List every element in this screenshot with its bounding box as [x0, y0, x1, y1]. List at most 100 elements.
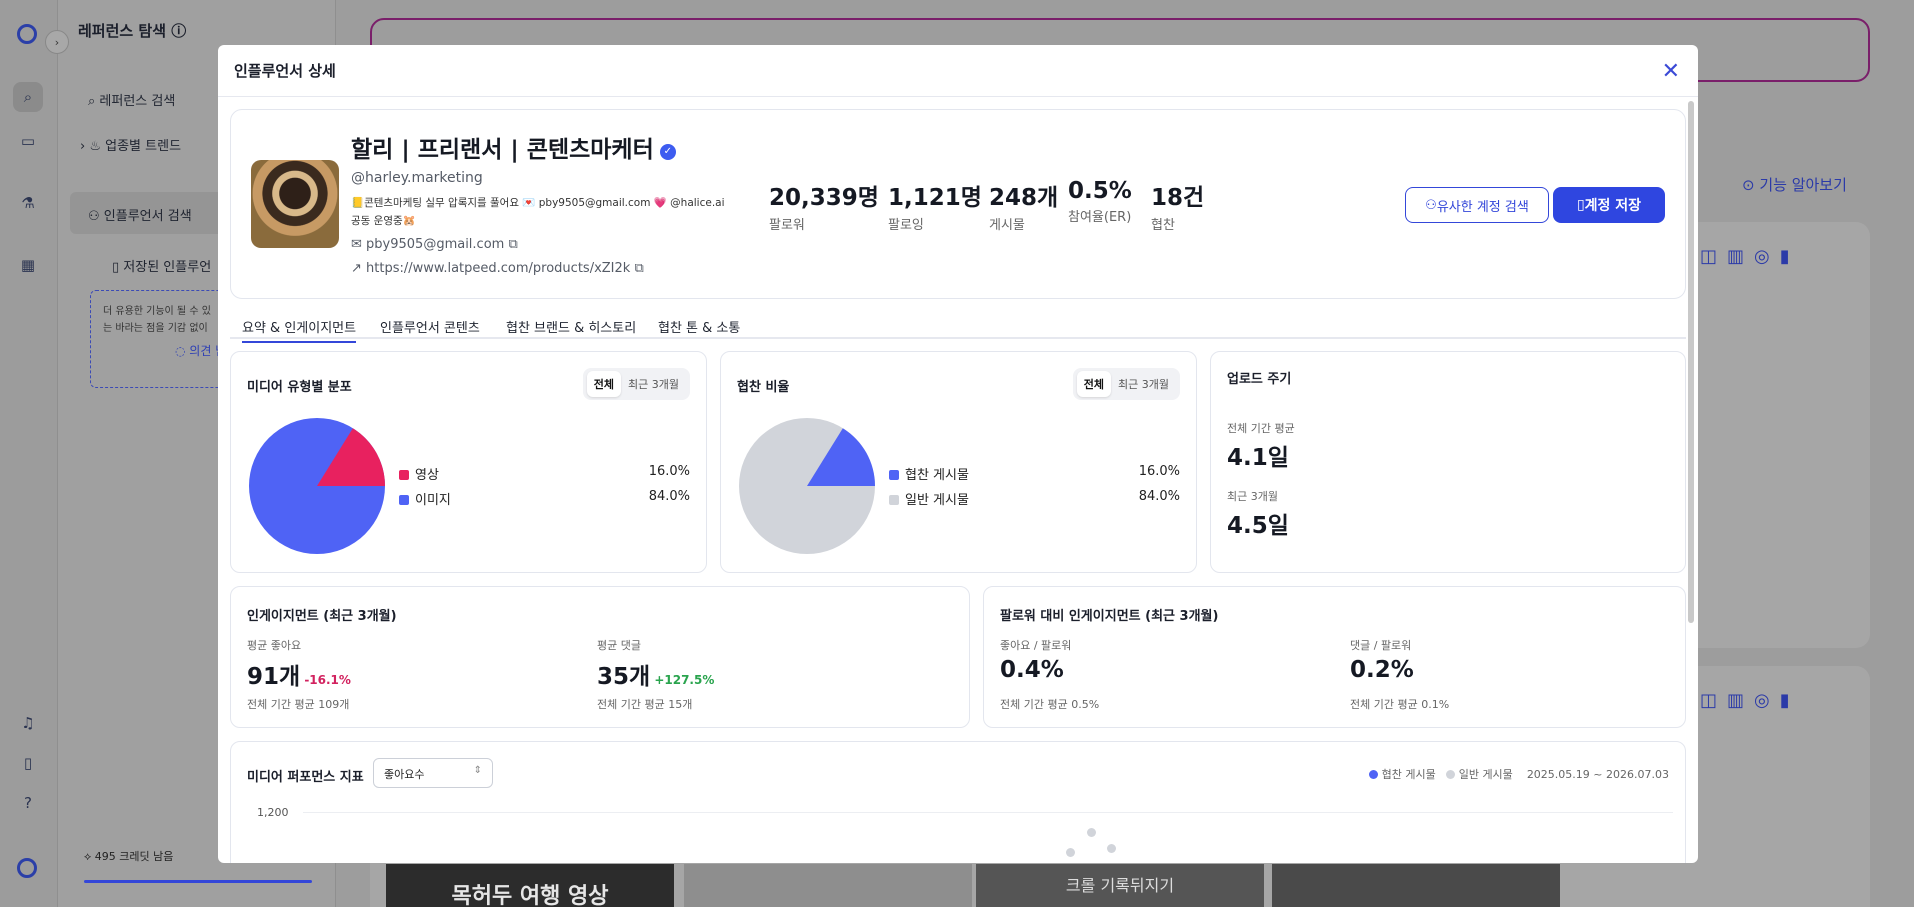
mail-icon: ✉: [351, 237, 367, 252]
legend-video-value: 16.0%: [648, 464, 690, 479]
comments-per-follower-label: 댓글 / 팔로워: [1350, 639, 1412, 652]
likes-per-follower-note: 전체 기간 평균 0.5%: [1000, 698, 1100, 711]
tab-content[interactable]: 인플루언서 콘텐츠: [380, 317, 480, 336]
data-point[interactable]: [1066, 848, 1075, 857]
avatar: [251, 160, 339, 248]
stat-posts: 248개 게시물: [989, 185, 1059, 233]
modal-title: 인플루언서 상세: [234, 62, 336, 80]
profile-name: 할리 | 프리랜서 | 콘텐츠마케터 ✓: [351, 130, 676, 164]
follower-engagement-title: 팔로워 대비 인게이지먼트 (최근 3개월): [1000, 609, 1219, 624]
legend-image-value: 84.0%: [648, 489, 690, 504]
background-thumbnail-2[interactable]: [684, 864, 972, 907]
avg-comments-label: 평균 댓글: [597, 639, 641, 652]
copy-icon[interactable]: ⧉: [508, 237, 517, 252]
copy-icon[interactable]: ⧉: [634, 261, 643, 276]
comments-per-follower-value: 0.2%: [1350, 657, 1414, 683]
users-icon: ⚇: [1425, 197, 1437, 213]
similar-accounts-button[interactable]: ⚇ 유사한 계정 검색: [1405, 187, 1549, 223]
period-all-button[interactable]: 전체: [1076, 371, 1112, 397]
data-point[interactable]: [1107, 844, 1116, 853]
sponsor-ratio-title: 협찬 비율: [737, 380, 790, 395]
follower-engagement-card: 팔로워 대비 인게이지먼트 (최근 3개월) 좋아요 / 팔로워 0.4% 전체…: [983, 586, 1686, 728]
detail-tabs: 요약 & 인게이지먼트 인플루언서 콘텐츠 협찬 브랜드 & 히스토리 협찬 톤…: [230, 313, 1686, 343]
media-performance-card: 미디어 퍼포먼스 지표 좋아요수 ⇕ 협찬 게시물 일반 게시물 2025.05.…: [230, 741, 1686, 863]
sponsor-pie-chart: [739, 418, 875, 554]
flame-icon: ♨: [89, 139, 106, 154]
legend-sponsored: 협찬 게시물: [889, 464, 969, 483]
data-point[interactable]: [1087, 828, 1096, 837]
upload-recent-value: 4.5일: [1227, 513, 1289, 539]
media-pie-chart: [249, 418, 385, 554]
sidebar-item-saved[interactable]: ▯ 저장된 인플루언: [112, 256, 211, 275]
profile-url-link[interactable]: https://www.latpeed.com/products/xZI2k: [366, 261, 630, 276]
flask-icon[interactable]: ⚗: [13, 188, 43, 218]
close-icon[interactable]: ✕: [1662, 59, 1680, 84]
sidebar-item-reference-search[interactable]: ⌕ 레퍼런스 검색: [88, 90, 175, 109]
metric-select[interactable]: 좋아요수 ⇕: [373, 758, 493, 788]
upload-all-value: 4.1일: [1227, 445, 1289, 471]
engagement-title: 인게이지먼트 (최근 3개월): [247, 609, 397, 624]
upload-recent-label: 최근 3개월: [1227, 490, 1278, 503]
background-thumbnail-3[interactable]: 크롤 기록뒤지기: [976, 864, 1264, 907]
chevron-updown-icon: ⇕: [473, 765, 482, 776]
sponsor-ratio-card: 협찬 비율 전체 최근 3개월 협찬 게시물 16.0% 일반 게시물 84.0%: [720, 351, 1197, 573]
gridline: [303, 812, 1673, 813]
comments-per-follower-note: 전체 기간 평균 0.1%: [1350, 698, 1450, 711]
stat-followers: 20,339명 팔로워: [769, 185, 879, 233]
profile-url: ↗ https://www.latpeed.com/products/xZI2k…: [351, 261, 644, 276]
likes-change: -16.1%: [304, 673, 351, 687]
book-icon[interactable]: ▯: [13, 748, 43, 778]
sponsor-period-toggle: 전체 최근 3개월: [1072, 368, 1180, 400]
bio-line-2: 공동 운영중🐹: [351, 215, 416, 227]
normal-dot-icon: [1446, 770, 1456, 779]
media-period-toggle: 전체 최근 3개월: [582, 368, 690, 400]
sidebar-toggle-button[interactable]: ›: [45, 30, 69, 54]
background-card-icons-2[interactable]: ◫▥◎▮: [1700, 690, 1860, 722]
tab-summary[interactable]: 요약 & 인게이지먼트: [242, 317, 357, 343]
monitor-icon[interactable]: ▭: [13, 126, 43, 156]
sidebar-item-industry-trend[interactable]: › ♨ 업종별 트렌드: [80, 135, 181, 154]
avg-comments: 35개 +127.5%: [597, 664, 715, 690]
background-thumbnail-1[interactable]: 목허두 여행 영상: [386, 864, 674, 907]
stat-engagement-rate: 0.5% 참여율(ER): [1068, 178, 1132, 225]
y-axis-tick: 1,200: [257, 806, 289, 819]
sidebar-item-influencer-search[interactable]: ⚇ 인플루언서 검색: [88, 205, 192, 224]
modal-header: 인플루언서 상세 ✕: [218, 45, 1698, 97]
legend-video: 영상: [399, 464, 439, 483]
modal-scrollbar[interactable]: [1688, 101, 1694, 623]
avg-comments-note: 전체 기간 평균 15개: [597, 698, 693, 711]
chevron-right-icon: ›: [80, 139, 90, 154]
help-icon[interactable]: ?: [13, 788, 43, 818]
performance-title: 미디어 퍼포먼스 지표: [247, 770, 364, 785]
legend-swatch: [399, 470, 409, 480]
tab-tone[interactable]: 협찬 톤 & 소통: [658, 317, 740, 336]
profile-handle: @harley.marketing: [351, 170, 483, 186]
tab-brands[interactable]: 협찬 브랜드 & 히스토리: [506, 317, 636, 336]
bell-icon[interactable]: ♫: [13, 708, 43, 738]
legend-swatch: [889, 495, 899, 505]
upload-cycle-title: 업로드 주기: [1227, 372, 1292, 387]
legend-normal: 일반 게시물: [889, 489, 969, 508]
date-range: 2025.05.19 ~ 2026.07.03: [1526, 768, 1669, 781]
period-all-button[interactable]: 전체: [586, 371, 622, 397]
modal-body: 할리 | 프리랜서 | 콘텐츠마케터 ✓ @harley.marketing 📒콘…: [230, 109, 1686, 863]
engagement-card: 인게이지먼트 (최근 3개월) 평균 좋아요 91개 -16.1% 전체 기간 …: [230, 586, 970, 728]
app-logo-icon[interactable]: [17, 24, 37, 44]
background-thumbnail-4[interactable]: [1272, 864, 1560, 907]
comments-change: +127.5%: [654, 673, 715, 687]
grid-icon[interactable]: ▦: [13, 250, 43, 280]
period-recent-button[interactable]: 최근 3개월: [1111, 371, 1176, 397]
background-card-icons[interactable]: ◫▥◎▮: [1700, 246, 1860, 278]
search-icon[interactable]: ⌕: [13, 82, 43, 112]
profile-bio: 📒콘텐츠마케팅 실무 압록지를 풀어요 💌 pby9505@gmail.com …: [351, 194, 761, 230]
bio-line-1: 📒콘텐츠마케팅 실무 압록지를 풀어요 💌 pby9505@gmail.com …: [351, 197, 725, 209]
period-recent-button[interactable]: 최근 3개월: [621, 371, 686, 397]
external-link-icon: ↗: [351, 261, 367, 276]
stat-sponsored: 18건 협찬: [1151, 185, 1205, 233]
bookmark-icon: ▯: [112, 260, 124, 275]
verified-icon: ✓: [659, 144, 676, 160]
upload-all-label: 전체 기간 평균: [1227, 422, 1295, 435]
learn-features-link[interactable]: ⊙ 기능 알아보기: [1742, 174, 1847, 195]
save-account-button[interactable]: ▯ 계정 저장: [1553, 187, 1665, 223]
sponsor-dot-icon: [1369, 770, 1379, 779]
